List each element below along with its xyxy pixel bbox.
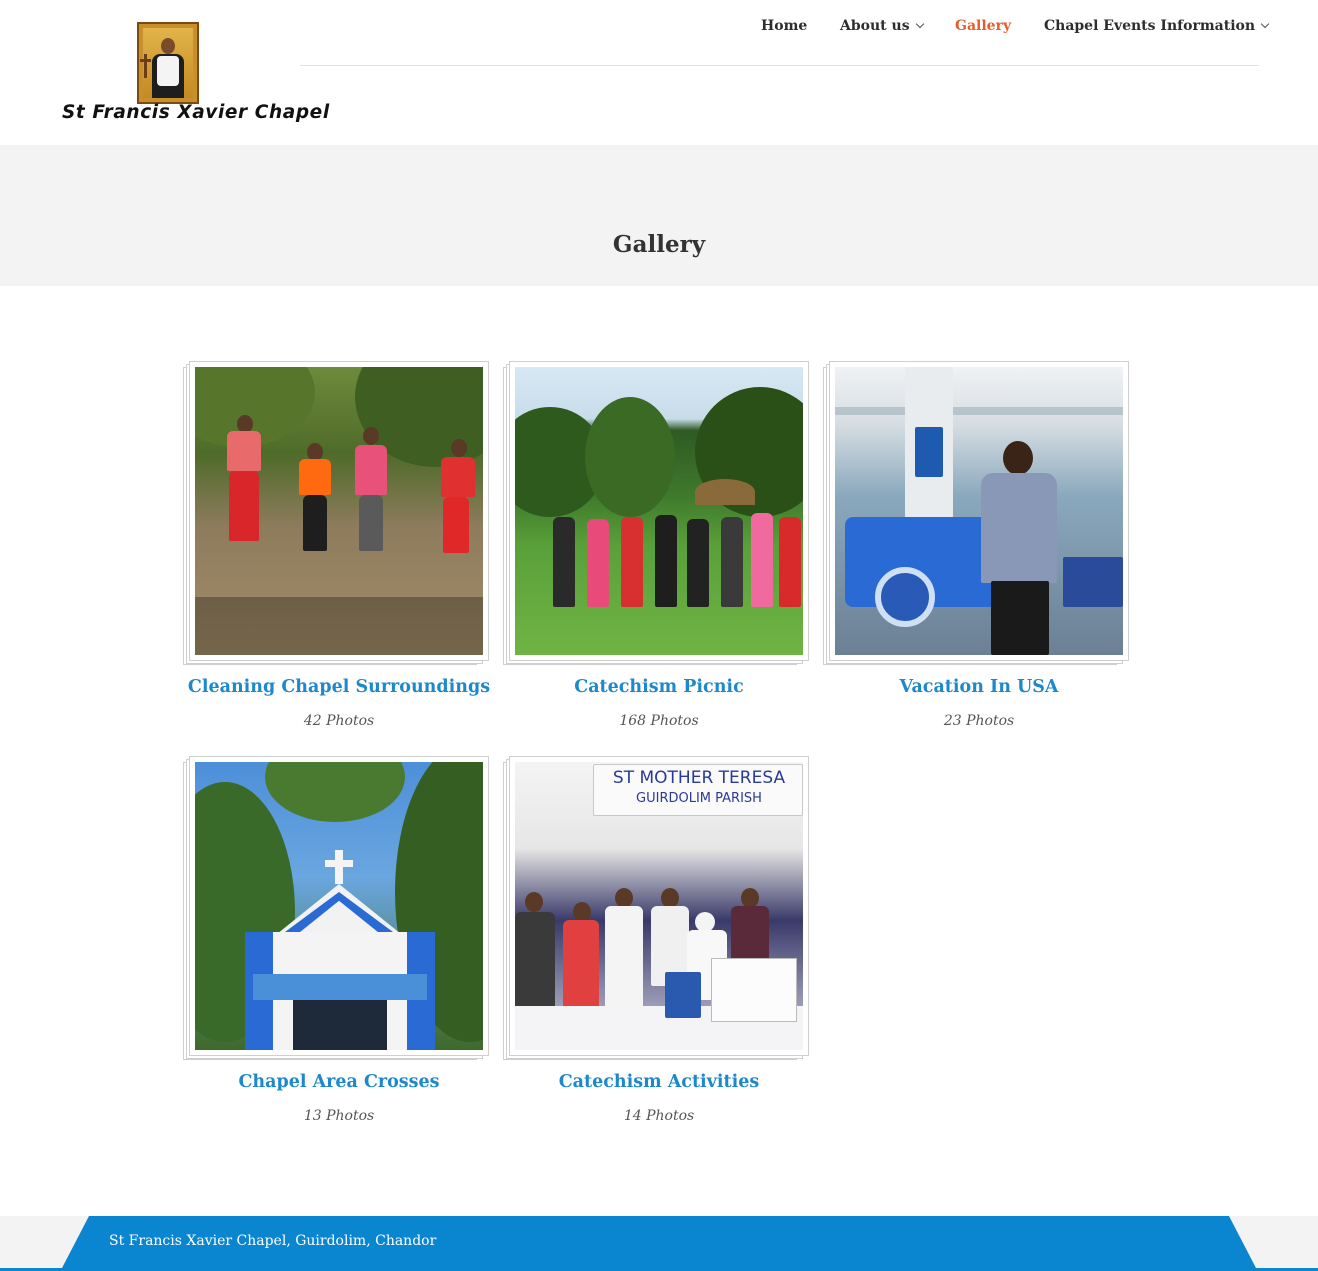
main-nav: Home About us Gallery Chapel Events Info… <box>300 0 1270 66</box>
page-title: Gallery <box>612 231 706 258</box>
logo-text: St Francis Xavier Chapel <box>62 102 330 123</box>
nav-item-chapel-events[interactable]: Chapel Events Information <box>1044 18 1270 34</box>
photo-stack <box>823 361 1129 667</box>
page-title-band: Gallery <box>0 145 1318 286</box>
album-cover-photo[interactable] <box>835 367 1123 655</box>
saint-icon <box>137 22 199 104</box>
album-card: Chapel Area Crosses 13 Photos <box>183 756 489 1136</box>
album-photo-count: 14 Photos <box>623 1108 695 1124</box>
nav-label: Chapel Events Information <box>1044 18 1256 34</box>
banner-text: ST MOTHER TERESA <box>612 768 786 788</box>
album-card: Catechism Picnic 168 Photos <box>503 361 809 741</box>
album-title[interactable]: Cleaning Chapel Surroundings <box>183 677 495 697</box>
album-card: ST MOTHER TERESA GUIRDOLIM PARISH Catech… <box>503 756 809 1136</box>
album-title[interactable]: Chapel Area Crosses <box>183 1072 495 1092</box>
nav-item-about-us[interactable]: About us <box>840 18 924 34</box>
footer-text: St Francis Xavier Chapel, Guirdolim, Cha… <box>109 1233 437 1249</box>
site-logo[interactable]: St Francis Xavier Chapel <box>62 22 330 132</box>
site-footer: St Francis Xavier Chapel, Guirdolim, Cha… <box>0 1216 1318 1271</box>
nav-label: Gallery <box>955 18 1012 34</box>
album-cover-photo[interactable]: ST MOTHER TERESA GUIRDOLIM PARISH <box>515 762 803 1050</box>
photo-stack <box>503 361 809 667</box>
nav-item-gallery[interactable]: Gallery <box>955 18 1011 34</box>
nav-label: Home <box>761 18 808 34</box>
album-photo-count: 168 Photos <box>619 713 699 729</box>
nav-item-home[interactable]: Home <box>761 18 807 34</box>
photo-stack <box>183 756 489 1062</box>
album-cover-photo[interactable] <box>515 367 803 655</box>
album-card: Cleaning Chapel Surroundings 42 Photos <box>183 361 490 741</box>
album-card: Vacation In USA 23 Photos <box>823 361 1129 741</box>
album-title[interactable]: Vacation In USA <box>823 677 1135 697</box>
nav-label: About us <box>840 18 910 34</box>
album-title[interactable]: Catechism Picnic <box>503 677 815 697</box>
banner-text: GUIRDOLIM PARISH <box>636 791 762 806</box>
album-title[interactable]: Catechism Activities <box>503 1072 815 1092</box>
site-header: St Francis Xavier Chapel Home About us G… <box>0 0 1318 145</box>
album-photo-count: 42 Photos <box>303 713 375 729</box>
album-cover-photo[interactable] <box>195 762 483 1050</box>
album-cover-photo[interactable] <box>195 367 483 655</box>
chevron-down-icon <box>915 19 924 29</box>
album-photo-count: 13 Photos <box>303 1108 375 1124</box>
chevron-down-icon <box>1260 19 1270 29</box>
photo-stack <box>183 361 489 667</box>
photo-stack: ST MOTHER TERESA GUIRDOLIM PARISH <box>503 756 809 1062</box>
album-photo-count: 23 Photos <box>943 713 1015 729</box>
